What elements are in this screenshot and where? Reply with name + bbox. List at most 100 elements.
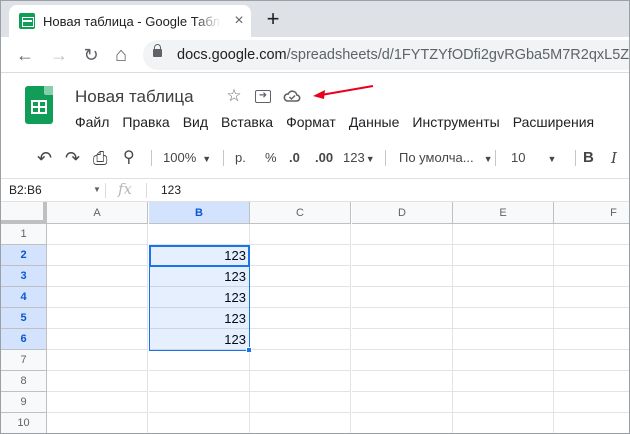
cell-d9[interactable] xyxy=(352,392,453,413)
row-header-4[interactable]: 4 xyxy=(1,287,47,308)
cell-d6[interactable] xyxy=(352,329,453,350)
cell-d7[interactable] xyxy=(352,350,453,371)
more-formats-select[interactable]: 123▼ xyxy=(343,144,375,172)
fill-handle[interactable] xyxy=(246,347,252,353)
percent-format-button[interactable]: % xyxy=(265,144,277,172)
cell-f4[interactable] xyxy=(554,287,629,308)
cell-a6[interactable] xyxy=(47,329,148,350)
browser-tab[interactable]: Новая таблица - Google Таблицы × xyxy=(9,5,251,37)
row-header-9[interactable]: 9 xyxy=(1,392,47,413)
cell-c5[interactable] xyxy=(250,308,351,329)
row-header-5[interactable]: 5 xyxy=(1,308,47,329)
cell-a4[interactable] xyxy=(47,287,148,308)
menu-edit[interactable]: Правка xyxy=(122,114,169,130)
cell-f8[interactable] xyxy=(554,371,629,392)
menu-file[interactable]: Файл xyxy=(75,114,109,130)
column-header-c[interactable]: C xyxy=(250,202,351,224)
cell-f5[interactable] xyxy=(554,308,629,329)
undo-icon[interactable]: ↶ xyxy=(37,144,52,172)
cell-c3[interactable] xyxy=(250,266,351,287)
cell-e6[interactable] xyxy=(453,329,554,350)
tab-close-icon[interactable]: × xyxy=(231,13,247,29)
cell-a5[interactable] xyxy=(47,308,148,329)
cell-d3[interactable] xyxy=(352,266,453,287)
cell-d10[interactable] xyxy=(352,413,453,433)
row-header-10[interactable]: 10 xyxy=(1,413,47,433)
cell-d5[interactable] xyxy=(352,308,453,329)
cell-b5[interactable]: 123 xyxy=(149,308,250,329)
cell-b1[interactable] xyxy=(149,224,250,245)
cell-f1[interactable] xyxy=(554,224,629,245)
chevron-down-icon[interactable]: ▼ xyxy=(93,185,101,194)
cell-e3[interactable] xyxy=(453,266,554,287)
cell-b2[interactable]: 123 xyxy=(149,245,250,266)
forward-button[interactable]: → xyxy=(49,45,69,65)
cell-c1[interactable] xyxy=(250,224,351,245)
cell-b7[interactable] xyxy=(149,350,250,371)
menu-data[interactable]: Данные xyxy=(349,114,400,130)
cell-d2[interactable] xyxy=(352,245,453,266)
increase-decimal-button[interactable]: .00 xyxy=(315,144,333,172)
paint-format-icon[interactable]: ⚲ xyxy=(123,144,135,172)
cell-f6[interactable] xyxy=(554,329,629,350)
cell-c4[interactable] xyxy=(250,287,351,308)
column-header-d[interactable]: D xyxy=(352,202,453,224)
menu-tools[interactable]: Инструменты xyxy=(412,114,499,130)
cell-e1[interactable] xyxy=(453,224,554,245)
cell-e5[interactable] xyxy=(453,308,554,329)
currency-format-button[interactable]: р. xyxy=(235,144,246,172)
sheet-grid[interactable]: ABCDEF 1 2 3 4 5 6 7 8 9 10 123 123 123 123 123 xyxy=(1,202,629,433)
cell-a7[interactable] xyxy=(47,350,148,371)
menu-extensions[interactable]: Расширения xyxy=(513,114,594,130)
row-header-6[interactable]: 6 xyxy=(1,329,47,350)
cell-c2[interactable] xyxy=(250,245,351,266)
cell-c9[interactable] xyxy=(250,392,351,413)
italic-button[interactable]: I xyxy=(611,144,617,172)
cell-f10[interactable] xyxy=(554,413,629,433)
row-header-8[interactable]: 8 xyxy=(1,371,47,392)
column-header-a[interactable]: A xyxy=(47,202,148,224)
cell-c6[interactable] xyxy=(250,329,351,350)
redo-icon[interactable]: ↷ xyxy=(65,144,80,172)
cell-e2[interactable] xyxy=(453,245,554,266)
document-title[interactable]: Новая таблица xyxy=(75,87,194,107)
move-to-folder-icon[interactable]: ➜ xyxy=(255,90,271,103)
bold-button[interactable]: B xyxy=(583,144,594,172)
row-header-7[interactable]: 7 xyxy=(1,350,47,371)
cell-a8[interactable] xyxy=(47,371,148,392)
cell-e8[interactable] xyxy=(453,371,554,392)
name-box[interactable]: B2:B6 xyxy=(9,183,42,197)
cell-d4[interactable] xyxy=(352,287,453,308)
cell-a3[interactable] xyxy=(47,266,148,287)
cell-d8[interactable] xyxy=(352,371,453,392)
cell-b9[interactable] xyxy=(149,392,250,413)
star-icon[interactable]: ☆ xyxy=(225,87,243,105)
font-size-select[interactable]: 10 ▼ xyxy=(511,144,556,172)
sheets-logo-icon[interactable] xyxy=(25,86,53,124)
new-tab-button[interactable]: + xyxy=(263,8,283,30)
cell-f9[interactable] xyxy=(554,392,629,413)
cell-f2[interactable] xyxy=(554,245,629,266)
zoom-select[interactable]: 100% ▼ xyxy=(163,144,211,172)
column-header-e[interactable]: E xyxy=(453,202,554,224)
cell-e9[interactable] xyxy=(453,392,554,413)
menu-view[interactable]: Вид xyxy=(183,114,208,130)
cell-b3[interactable]: 123 xyxy=(149,266,250,287)
select-all-corner[interactable] xyxy=(1,202,47,224)
formula-input[interactable]: 123 xyxy=(161,183,181,197)
cell-e10[interactable] xyxy=(453,413,554,433)
cell-a2[interactable] xyxy=(47,245,148,266)
home-button[interactable]: ⌂ xyxy=(111,45,131,65)
cell-a9[interactable] xyxy=(47,392,148,413)
column-header-f[interactable]: F xyxy=(554,202,629,224)
cell-e7[interactable] xyxy=(453,350,554,371)
cell-b8[interactable] xyxy=(149,371,250,392)
row-header-1[interactable]: 1 xyxy=(1,224,47,245)
cell-b10[interactable] xyxy=(149,413,250,433)
cell-c7[interactable] xyxy=(250,350,351,371)
reload-button[interactable]: ↻ xyxy=(81,45,101,65)
cell-e4[interactable] xyxy=(453,287,554,308)
cloud-saved-icon[interactable] xyxy=(283,87,301,105)
cell-f3[interactable] xyxy=(554,266,629,287)
print-icon[interactable]: ⎙ xyxy=(93,144,107,172)
